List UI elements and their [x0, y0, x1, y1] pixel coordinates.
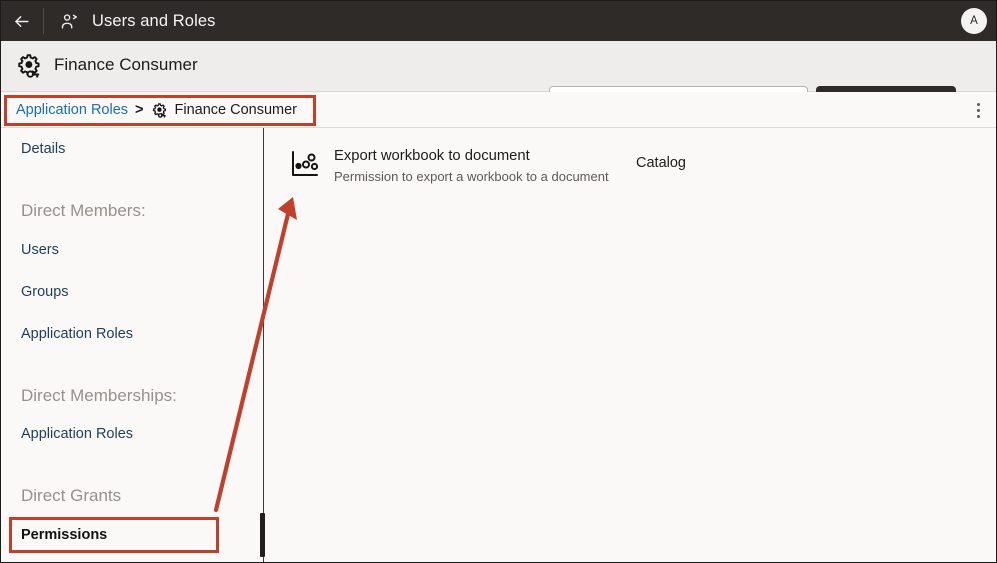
kebab-dot: [976, 108, 980, 112]
sidebar-divider: [263, 128, 264, 562]
back-button[interactable]: [1, 1, 41, 41]
breadcrumb: Application Roles > Finance Consumer: [11, 97, 305, 123]
sidebar-item-application-roles-memberships[interactable]: Application Roles: [21, 426, 133, 442]
breadcrumb-separator: >: [135, 102, 144, 118]
scatter-chart-icon: [288, 148, 320, 180]
sidebar-item-application-roles-members[interactable]: Application Roles: [21, 326, 133, 342]
permission-title: Export workbook to document: [334, 148, 530, 164]
role-gear-icon: [15, 52, 43, 80]
sidebar-scrollbar-thumb[interactable]: [260, 513, 265, 557]
permissions-list: Export workbook to document Permission t…: [266, 128, 996, 562]
role-gear-icon: [151, 102, 168, 119]
sidebar-item-permissions[interactable]: Permissions: [21, 527, 107, 543]
page-title: Finance Consumer: [54, 55, 198, 74]
sidebar-item-details[interactable]: Details: [21, 141, 65, 157]
sidebar-header-direct-grants: Direct Grants: [21, 486, 122, 505]
top-app-bar: Users and Roles A: [1, 1, 996, 41]
sidebar-item-groups[interactable]: Groups: [21, 284, 69, 300]
list-item[interactable]: Export workbook to document Permission t…: [266, 136, 996, 194]
sidebar-header-direct-memberships: Direct Memberships:: [21, 386, 177, 405]
breadcrumb-current: Finance Consumer: [174, 102, 298, 118]
app-title: Users and Roles: [92, 11, 216, 30]
breadcrumb-link-application-roles[interactable]: Application Roles: [16, 102, 128, 118]
arrow-left-icon: [14, 15, 29, 27]
permission-description: Permission to export a workbook to a doc…: [334, 169, 609, 184]
sidebar-header-direct-members: Direct Members:: [21, 201, 146, 220]
breadcrumb-bar: Application Roles > Finance Consumer: [1, 92, 996, 128]
kebab-dot: [976, 102, 980, 106]
kebab-menu-icon[interactable]: [967, 98, 989, 122]
sidebar-item-users[interactable]: Users: [21, 242, 59, 258]
page-toolbar: Finance Consumer Add Permissions: [1, 41, 996, 124]
kebab-dot: [976, 114, 980, 118]
permission-scope: Catalog: [636, 155, 686, 171]
users-and-roles-window: Users and Roles A Finance Consumer A: [0, 0, 997, 563]
sidebar: Details Direct Members: Users Groups App…: [1, 128, 263, 562]
users-icon: [60, 12, 79, 31]
topbar-divider: [43, 8, 44, 34]
avatar[interactable]: A: [961, 8, 987, 34]
